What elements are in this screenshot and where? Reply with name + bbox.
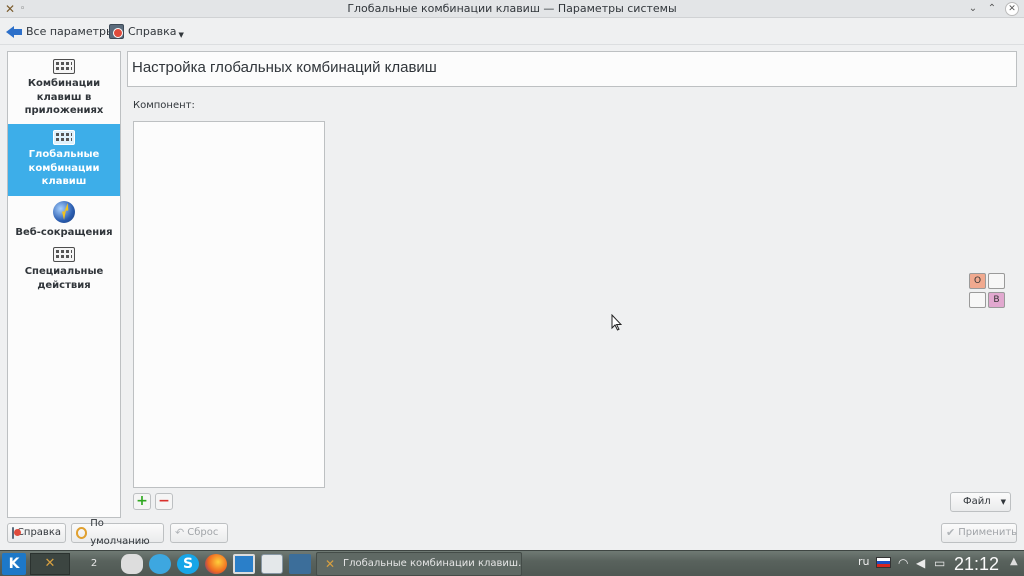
sidebar-item-web-shortcuts[interactable]: Веб-сокращения [8, 198, 120, 240]
battery-icon[interactable]: ▭ [934, 556, 945, 570]
minimize-button[interactable]: ⌄ [966, 2, 980, 16]
floating-widget[interactable]: O B [968, 273, 1008, 309]
checkmark-icon: ✔ [946, 526, 956, 539]
sidebar-item-label: Веб-сокращения [15, 227, 113, 238]
task-title: Глобальные комбинации клавиш... [343, 558, 522, 569]
widget-cell-empty[interactable] [988, 273, 1005, 289]
taskbar-task-system-settings[interactable]: ✕ Глобальные комбинации клавиш... [316, 552, 522, 576]
help-icon [109, 24, 124, 39]
volume-icon[interactable]: ◀ [916, 556, 925, 570]
add-component-button[interactable]: + [133, 493, 151, 510]
help-menu-button[interactable]: Справка ▼ [109, 21, 184, 42]
taskbar: K ✕ 2 S ✕ Глобальные комбинации клавиш..… [0, 550, 1024, 576]
database-icon[interactable] [261, 554, 283, 574]
system-settings-icon[interactable] [289, 554, 311, 574]
keyboard-icon [53, 59, 75, 74]
globe-icon [53, 201, 75, 223]
title-bar: ✕ ◦ Глобальные комбинации клавиш — Парам… [0, 0, 1024, 18]
undo-icon: ↶ [175, 526, 185, 539]
apply-button-label: Применить [958, 527, 1018, 538]
sidebar-item-app-shortcuts[interactable]: Комбинации клавиш в приложениях [8, 56, 120, 126]
widget-cell-b[interactable]: B [988, 292, 1005, 308]
monitor-icon[interactable] [233, 554, 255, 574]
keyboard-icon [53, 247, 75, 262]
chevron-down-icon: ▼ [178, 30, 184, 39]
help-menu-label: Справка [128, 25, 177, 38]
keyboard-icon [53, 130, 75, 145]
help-button[interactable]: Справка [7, 523, 66, 543]
gamepad-icon[interactable] [121, 554, 143, 574]
sidebar-item-global-shortcuts[interactable]: Глобальные комбинации клавиш [8, 124, 120, 196]
firefox-icon[interactable] [205, 554, 227, 574]
pager-desktop-1[interactable]: ✕ [30, 553, 70, 575]
mouse-cursor-icon [611, 314, 622, 331]
all-settings-label: Все параметры [26, 25, 115, 38]
page-header: Настройка глобальных комбинаций клавиш [127, 51, 1017, 87]
widget-cell-empty[interactable] [969, 292, 986, 308]
sidebar-item-special-actions[interactable]: Специальные действия [8, 244, 120, 300]
clock[interactable]: 21:12 [954, 552, 999, 576]
page-title: Настройка глобальных комбинаций клавиш [132, 59, 437, 76]
sidebar-item-label: Глобальные комбинации клавиш [28, 149, 100, 187]
chat-icon[interactable] [149, 554, 171, 574]
window-title: Глобальные комбинации клавиш — Параметры… [347, 2, 677, 15]
apply-button[interactable]: ✔ Применить [941, 523, 1017, 543]
reset-button[interactable]: ↶ Сброс [170, 523, 228, 543]
file-button[interactable]: Файл ▼ [950, 492, 1011, 512]
russian-flag-icon[interactable] [876, 557, 891, 568]
defaults-icon [76, 527, 88, 539]
remove-component-button[interactable]: − [155, 493, 173, 510]
toolbar: Все параметры Справка ▼ [0, 18, 1024, 45]
keyboard-layout-indicator[interactable]: ru [858, 555, 870, 568]
chevron-down-icon: ▼ [1000, 498, 1006, 506]
sidebar: Комбинации клавиш в приложениях Глобальн… [7, 51, 121, 518]
help-button-label: Справка [16, 527, 61, 538]
defaults-button-label: По умолчанию [90, 518, 150, 547]
skype-icon[interactable]: S [177, 554, 199, 574]
pager-desktop-2[interactable]: 2 [74, 553, 114, 575]
help-icon [12, 527, 21, 539]
component-list[interactable] [133, 121, 325, 488]
component-label: Компонент: [133, 100, 195, 111]
chevron-up-icon[interactable]: ▲ [1010, 556, 1018, 567]
application-launcher-icon[interactable]: K [2, 553, 26, 575]
reset-button-label: Сброс [187, 527, 219, 538]
file-button-label: Файл [963, 496, 991, 507]
sidebar-item-label: Специальные действия [24, 266, 104, 291]
wifi-icon[interactable]: ◠ [898, 556, 908, 570]
maximize-button[interactable]: ⌃ [985, 2, 999, 16]
close-button[interactable]: ✕ [1005, 2, 1019, 16]
sidebar-item-label: Комбинации клавиш в приложениях [24, 78, 104, 116]
app-icon: ✕ [325, 557, 336, 571]
back-arrow-icon [6, 25, 22, 39]
defaults-button[interactable]: По умолчанию [71, 518, 164, 547]
widget-cell-o[interactable]: O [969, 273, 986, 289]
all-settings-button[interactable]: Все параметры [6, 21, 115, 42]
